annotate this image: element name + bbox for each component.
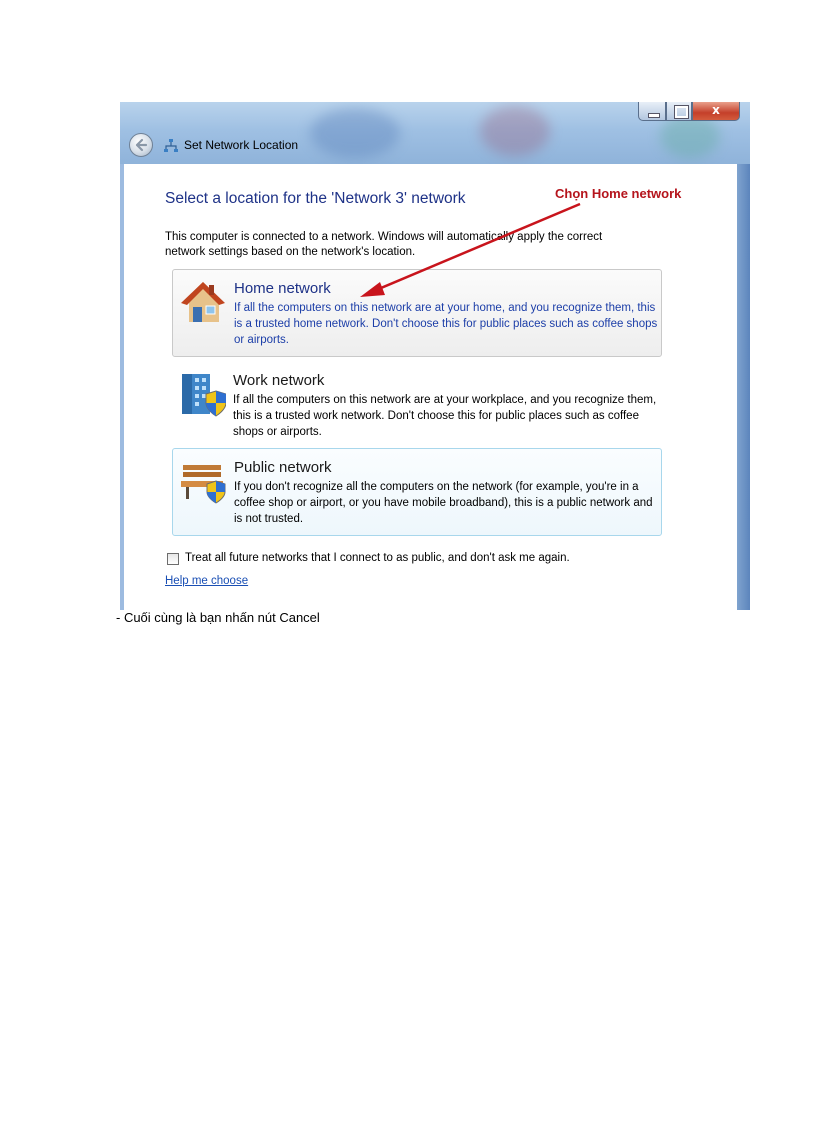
minimize-button[interactable]	[638, 102, 666, 121]
park-bench-icon	[181, 465, 226, 504]
intro-text: This computer is connected to a network.…	[165, 231, 603, 258]
back-button[interactable]	[129, 133, 153, 157]
network-icon	[164, 139, 178, 152]
house-icon	[181, 282, 225, 322]
window-frame-right	[737, 164, 750, 610]
help-me-choose-link[interactable]: Help me choose	[165, 575, 248, 587]
home-network-title: Home network	[234, 280, 331, 297]
aero-glow	[310, 108, 400, 158]
treat-public-label: Treat all future networks that I connect…	[185, 552, 570, 564]
back-arrow-icon	[135, 138, 148, 152]
screenshot-window: Set Network Location x Select a location…	[120, 102, 750, 610]
public-network-description: If you don't recognize all the computers…	[234, 481, 653, 525]
maximize-button[interactable]	[666, 102, 692, 121]
home-network-description: If all the computers on this network are…	[234, 302, 658, 346]
treat-public-checkbox[interactable]	[167, 553, 179, 565]
aero-glow	[480, 106, 550, 156]
close-icon: x	[712, 103, 720, 117]
dialog-content: Select a location for the 'Network 3' ne…	[124, 164, 737, 610]
minimize-icon	[648, 113, 660, 118]
office-building-icon	[182, 374, 226, 417]
public-network-option[interactable]: Public network If you don't recognize al…	[172, 448, 662, 536]
work-network-description: If all the computers on this network are…	[233, 394, 657, 438]
window-title: Set Network Location	[184, 138, 299, 152]
annotation-label: Chọn Home network	[555, 186, 682, 201]
dialog-heading: Select a location for the 'Network 3' ne…	[165, 190, 466, 207]
home-network-option[interactable]: Home network If all the computers on thi…	[172, 269, 662, 357]
work-network-option[interactable]: Work network If all the computers on thi…	[172, 362, 662, 444]
work-network-title: Work network	[233, 372, 325, 389]
public-network-title: Public network	[234, 459, 332, 476]
maximize-icon	[674, 105, 689, 119]
close-button[interactable]: x	[692, 102, 740, 121]
title-bar: Set Network Location x	[120, 102, 750, 164]
caption-text: - Cuối cùng là bạn nhấn nút Cancel	[116, 610, 320, 625]
